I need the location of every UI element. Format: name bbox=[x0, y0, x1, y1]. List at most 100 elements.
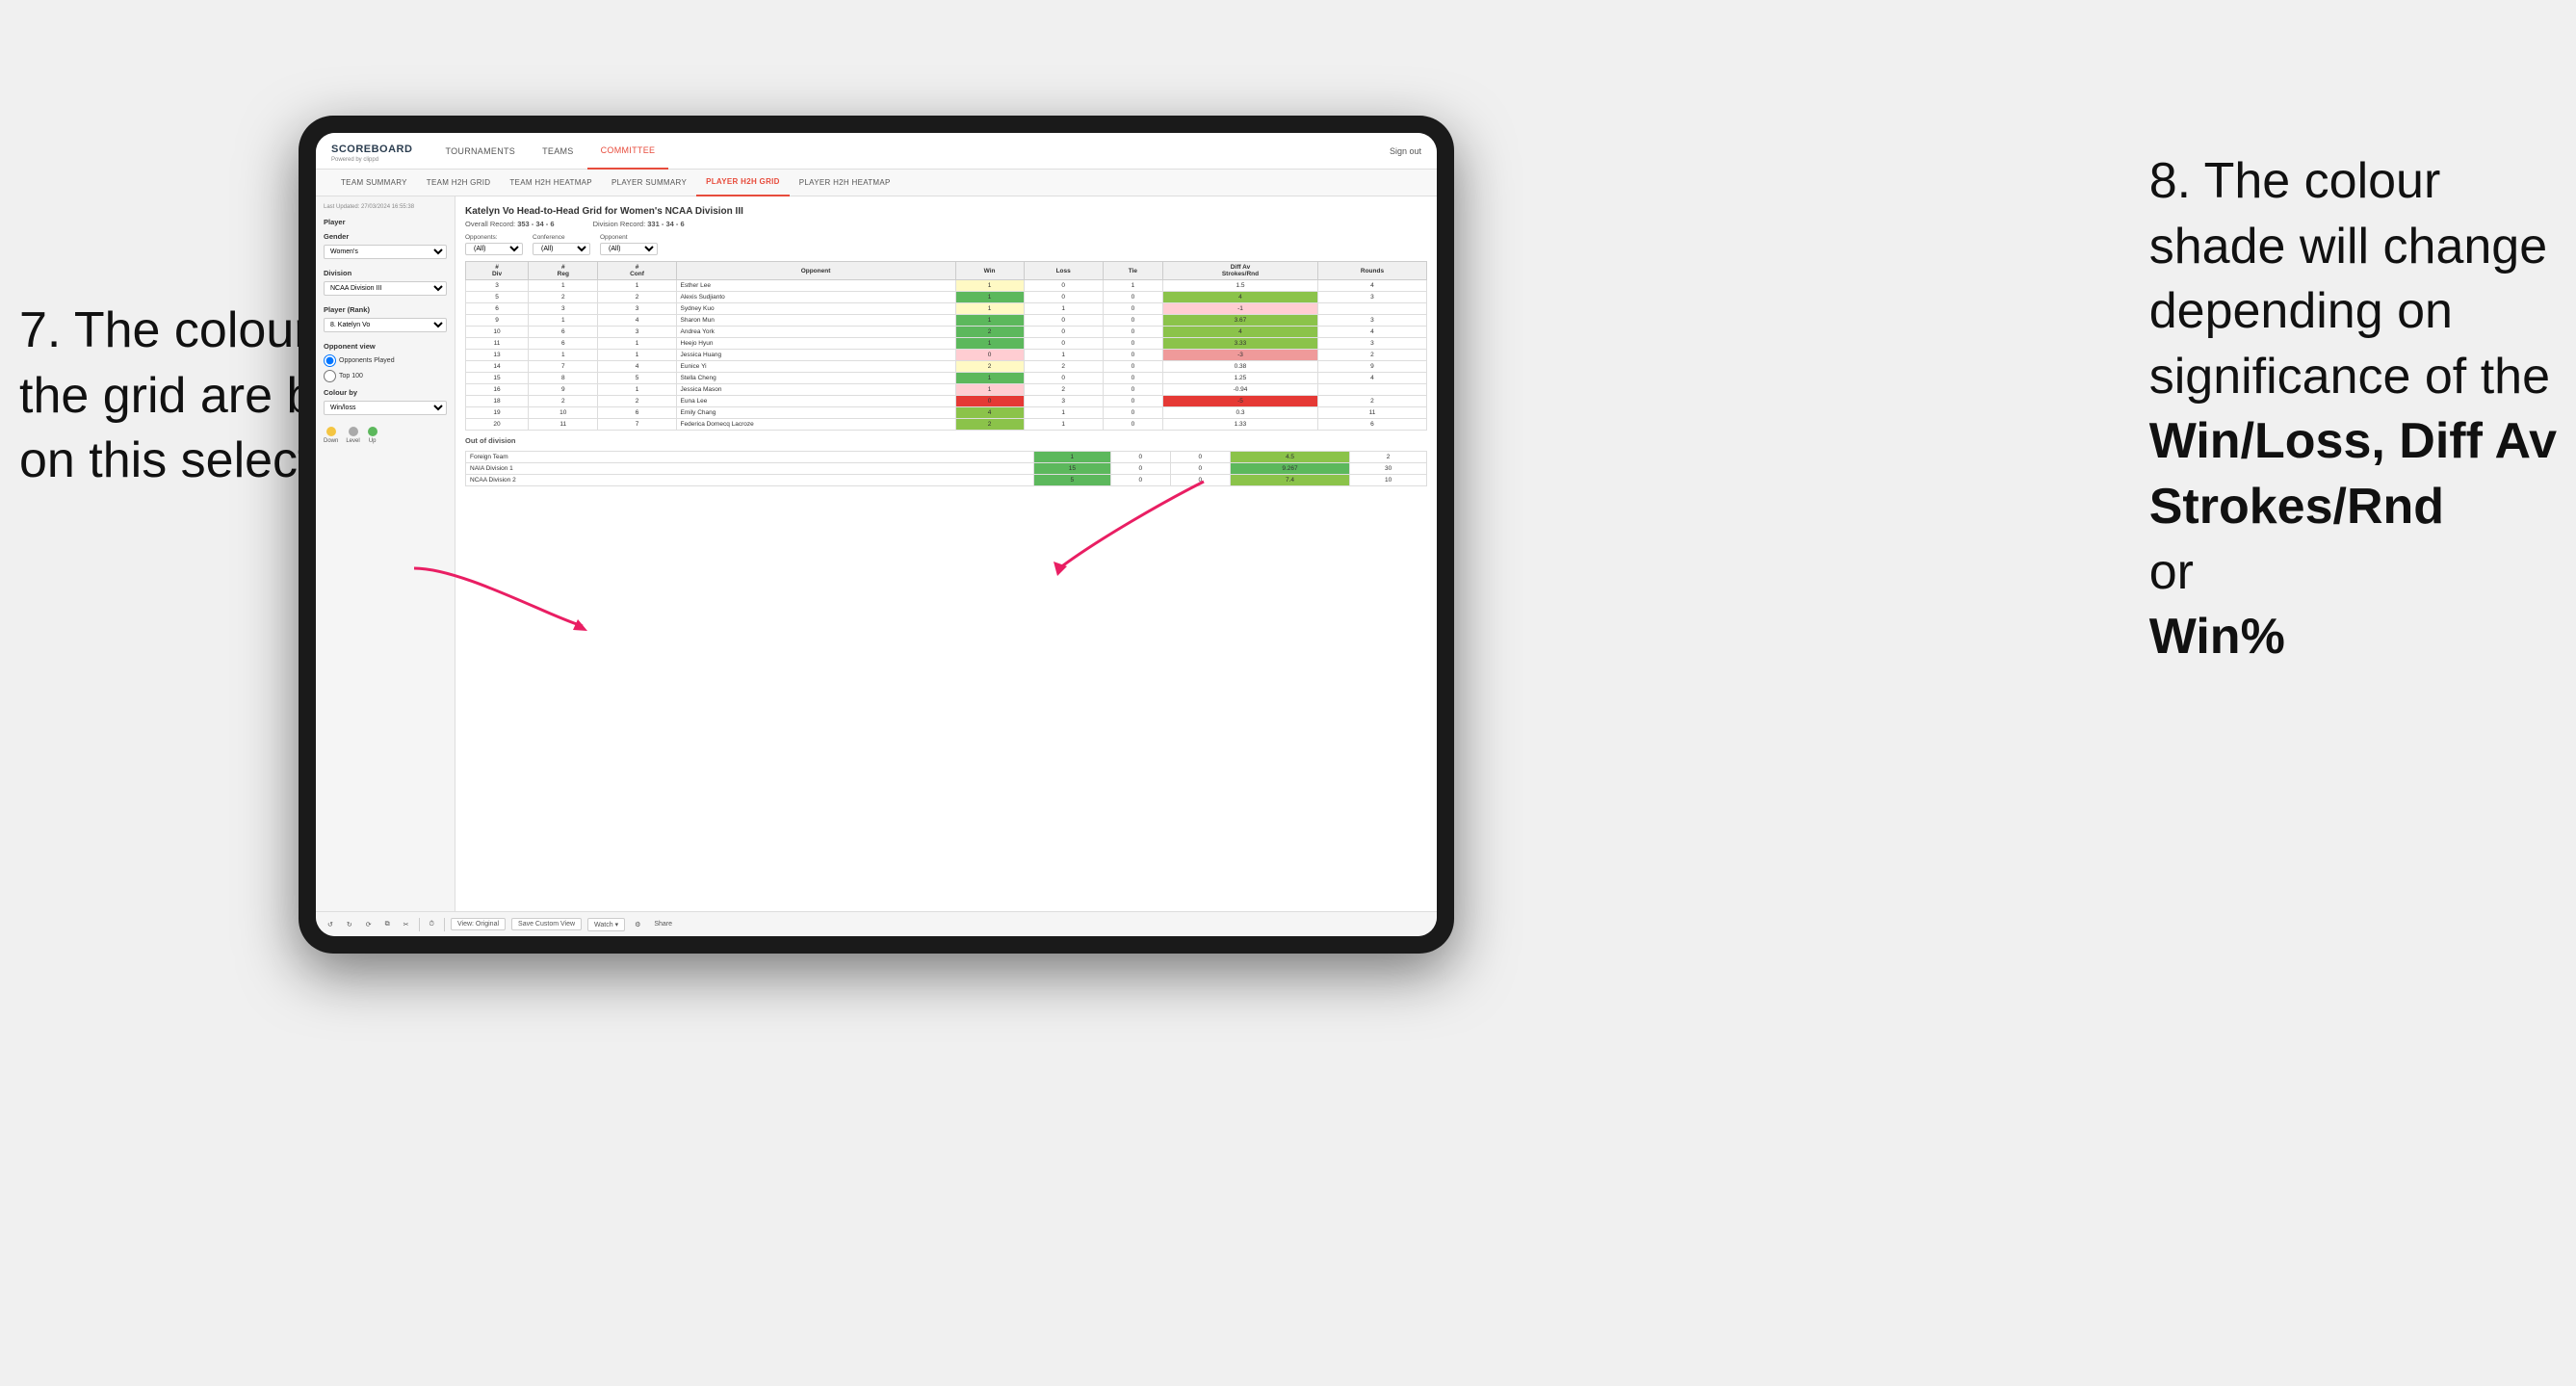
redo-btn[interactable]: ↻ bbox=[343, 919, 356, 930]
col-loss: Loss bbox=[1024, 262, 1103, 280]
cell-div: 20 bbox=[466, 419, 529, 431]
out-of-division-label: Out of division bbox=[465, 436, 1427, 445]
opponents-filter-select[interactable]: (All) bbox=[465, 243, 523, 255]
cell-loss: 3 bbox=[1024, 396, 1103, 407]
filter-conference: Conference (All) bbox=[533, 234, 590, 255]
legend-up-dot bbox=[368, 427, 377, 436]
cell-loss: 1 bbox=[1024, 407, 1103, 419]
cell-tie: 0 bbox=[1103, 384, 1162, 396]
cell-win: 1 bbox=[955, 373, 1024, 384]
division-select[interactable]: NCAA Division III bbox=[324, 281, 447, 296]
sub-nav-team-h2h-grid[interactable]: TEAM H2H GRID bbox=[417, 170, 501, 196]
undo-btn[interactable]: ↺ bbox=[324, 919, 337, 930]
cell-win: 0 bbox=[955, 396, 1024, 407]
cell-div: 9 bbox=[466, 315, 529, 327]
nav-items: TOURNAMENTS TEAMS COMMITTEE bbox=[431, 133, 1390, 170]
cell-tie: 0 bbox=[1103, 292, 1162, 303]
divider-2 bbox=[444, 918, 445, 931]
grid-title: Katelyn Vo Head-to-Head Grid for Women's… bbox=[465, 206, 1427, 217]
cell-loss: 1 bbox=[1024, 350, 1103, 361]
cell-diff: -1 bbox=[1163, 303, 1318, 315]
cell-loss: 0 bbox=[1024, 315, 1103, 327]
opponent-view-label: Opponent view bbox=[324, 342, 447, 351]
cell-conf: 5 bbox=[598, 373, 676, 384]
cell-opponent: Eunice Yi bbox=[676, 361, 955, 373]
cell-reg: 6 bbox=[529, 338, 598, 350]
out-cell-rounds: 10 bbox=[1350, 475, 1427, 486]
sub-nav-player-h2h-grid[interactable]: PLAYER H2H GRID bbox=[696, 170, 790, 196]
timestamp: Last Updated: 27/03/2024 16:55:38 bbox=[324, 204, 447, 210]
table-row: 19 10 6 Emily Chang 4 1 0 0.3 11 bbox=[466, 407, 1427, 419]
watch-btn[interactable]: Watch ▾ bbox=[587, 918, 625, 931]
share-btn[interactable]: Share bbox=[650, 919, 676, 929]
timer-btn[interactable]: ⏱ bbox=[426, 919, 438, 930]
cell-win: 1 bbox=[955, 280, 1024, 292]
cell-reg: 1 bbox=[529, 350, 598, 361]
cell-tie: 0 bbox=[1103, 396, 1162, 407]
sub-nav-player-h2h-heatmap[interactable]: PLAYER H2H HEATMAP bbox=[790, 170, 900, 196]
table-row: 15 8 5 Stella Cheng 1 0 0 1.25 4 bbox=[466, 373, 1427, 384]
conference-filter-select[interactable]: (All) bbox=[533, 243, 590, 255]
cell-win: 4 bbox=[955, 407, 1024, 419]
cell-opponent: Stella Cheng bbox=[676, 373, 955, 384]
cell-rounds: 4 bbox=[1317, 280, 1426, 292]
cell-opponent: Sharon Mun bbox=[676, 315, 955, 327]
cell-opponent: Sydney Kuo bbox=[676, 303, 955, 315]
nav-item-teams[interactable]: TEAMS bbox=[529, 133, 587, 170]
out-table-row: Foreign Team 1 0 0 4.5 2 bbox=[466, 452, 1427, 463]
view-original-btn[interactable]: View: Original bbox=[451, 918, 506, 930]
save-custom-btn[interactable]: Save Custom View bbox=[511, 918, 582, 930]
colour-by-select[interactable]: Win/loss bbox=[324, 401, 447, 415]
tablet-frame: SCOREBOARD Powered by clippd TOURNAMENTS… bbox=[299, 116, 1454, 954]
cell-reg: 2 bbox=[529, 396, 598, 407]
sub-nav-team-h2h-heatmap[interactable]: TEAM H2H HEATMAP bbox=[500, 170, 602, 196]
radio-opponents-played[interactable]: Opponents Played bbox=[324, 354, 447, 367]
opponent-filter-select[interactable]: (All) bbox=[600, 243, 658, 255]
cell-win: 2 bbox=[955, 419, 1024, 431]
cell-tie: 0 bbox=[1103, 338, 1162, 350]
out-cell-tie: 0 bbox=[1170, 452, 1230, 463]
table-row: 9 1 4 Sharon Mun 1 0 0 3.67 3 bbox=[466, 315, 1427, 327]
bottom-toolbar: ↺ ↻ ⟳ ⧉ ✂ ⏱ View: Original Save Custom V… bbox=[316, 911, 1437, 936]
copy-btn[interactable]: ⧉ bbox=[381, 919, 394, 930]
cell-div: 11 bbox=[466, 338, 529, 350]
cell-conf: 2 bbox=[598, 396, 676, 407]
cell-diff: 0.3 bbox=[1163, 407, 1318, 419]
cell-rounds: 3 bbox=[1317, 338, 1426, 350]
cell-div: 6 bbox=[466, 303, 529, 315]
radio-top100[interactable]: Top 100 bbox=[324, 370, 447, 382]
cut-btn[interactable]: ✂ bbox=[400, 919, 413, 930]
cell-div: 18 bbox=[466, 396, 529, 407]
cell-rounds: 3 bbox=[1317, 315, 1426, 327]
settings-btn[interactable]: ⚙ bbox=[631, 919, 644, 930]
radio-group: Opponents Played Top 100 bbox=[324, 354, 447, 382]
legend-level-dot bbox=[349, 427, 358, 436]
out-cell-rounds: 30 bbox=[1350, 463, 1427, 475]
sub-nav-player-summary[interactable]: PLAYER SUMMARY bbox=[602, 170, 696, 196]
nav-item-committee[interactable]: COMMITTEE bbox=[587, 133, 669, 170]
cell-tie: 0 bbox=[1103, 327, 1162, 338]
out-cell-diff: 7.4 bbox=[1230, 475, 1349, 486]
cell-div: 15 bbox=[466, 373, 529, 384]
cell-loss: 1 bbox=[1024, 303, 1103, 315]
sign-out-button[interactable]: Sign out bbox=[1390, 146, 1421, 156]
cell-reg: 11 bbox=[529, 419, 598, 431]
col-tie: Tie bbox=[1103, 262, 1162, 280]
sub-nav-team-summary[interactable]: TEAM SUMMARY bbox=[331, 170, 417, 196]
step-btn[interactable]: ⟳ bbox=[362, 919, 376, 930]
cell-reg: 1 bbox=[529, 315, 598, 327]
filter-opponent: Opponent (All) bbox=[600, 234, 658, 255]
rank-select[interactable]: 8. Katelyn Vo bbox=[324, 318, 447, 332]
left-panel: Last Updated: 27/03/2024 16:55:38 Player… bbox=[316, 196, 455, 911]
out-table-row: NAIA Division 1 15 0 0 9.267 30 bbox=[466, 463, 1427, 475]
nav-item-tournaments[interactable]: TOURNAMENTS bbox=[431, 133, 529, 170]
cell-rounds: 4 bbox=[1317, 327, 1426, 338]
cell-div: 3 bbox=[466, 280, 529, 292]
col-win: Win bbox=[955, 262, 1024, 280]
sub-nav: TEAM SUMMARY TEAM H2H GRID TEAM H2H HEAT… bbox=[316, 170, 1437, 196]
cell-opponent: Esther Lee bbox=[676, 280, 955, 292]
cell-diff: -5 bbox=[1163, 396, 1318, 407]
gender-select[interactable]: Women's bbox=[324, 245, 447, 259]
gender-label: Gender bbox=[324, 232, 447, 241]
out-cell-opponent: NCAA Division 2 bbox=[466, 475, 1034, 486]
